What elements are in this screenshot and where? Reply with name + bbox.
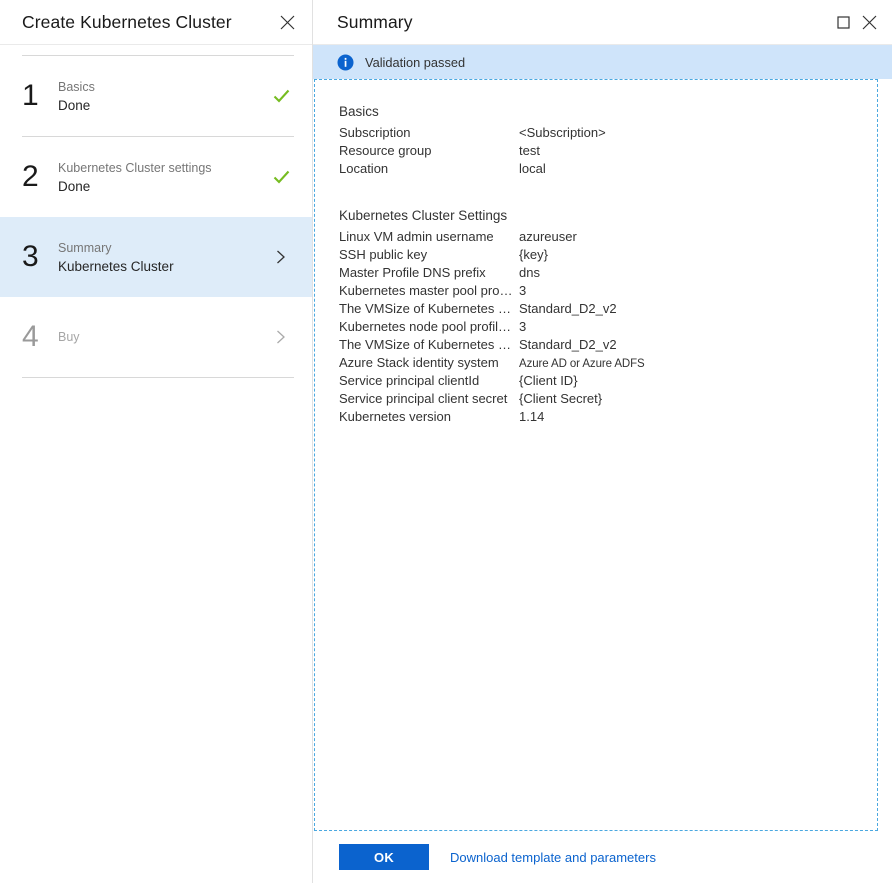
summary-section-kubernetes-cluster-settings: Kubernetes Cluster Settings Linux VM adm… [339, 206, 877, 426]
check-icon [273, 88, 290, 105]
wizard-step-kubernetes-cluster-settings[interactable]: 2 Kubernetes Cluster settings Done [0, 137, 312, 217]
summary-row-key: Kubernetes node pool profile count [339, 318, 519, 336]
summary-row-value: dns [519, 264, 540, 282]
summary-row: Master Profile DNS prefix dns [339, 264, 877, 282]
summary-content-area: Basics Subscription <Subscription> Resou… [313, 79, 892, 831]
summary-header: Summary [313, 0, 892, 45]
download-template-link[interactable]: Download template and parameters [450, 850, 656, 865]
summary-row-key: The VMSize of Kubernetes node [339, 336, 519, 354]
maximize-icon[interactable] [830, 9, 856, 35]
summary-row: Resource group test [339, 142, 877, 160]
step-number: 2 [22, 162, 56, 192]
summary-row-key: Linux VM admin username [339, 228, 519, 246]
summary-row-value: azureuser [519, 228, 577, 246]
info-icon [337, 54, 354, 71]
summary-row-key: Azure Stack identity system [339, 354, 519, 372]
summary-section-basics: Basics Subscription <Subscription> Resou… [339, 102, 877, 178]
summary-row-key: Location [339, 160, 519, 178]
wizard-step-summary[interactable]: 3 Summary Kubernetes Cluster [0, 217, 312, 297]
summary-row: The VMSize of Kubernetes node Standard_D… [339, 336, 877, 354]
summary-row: Kubernetes version 1.14 [339, 408, 877, 426]
summary-title: Summary [337, 12, 830, 33]
step-texts: Buy [56, 328, 268, 346]
step-sublabel: Kubernetes Cluster [58, 257, 268, 276]
summary-row-value: 3 [519, 282, 526, 300]
summary-row: Kubernetes node pool profile count 3 [339, 318, 877, 336]
summary-footer: OK Download template and parameters [313, 831, 892, 883]
check-icon [273, 169, 290, 186]
summary-row-key: The VMSize of Kubernetes master [339, 300, 519, 318]
summary-row: SSH public key {key} [339, 246, 877, 264]
wizard-pane: Create Kubernetes Cluster 1 Basics Done [0, 0, 313, 883]
step-sublabel: Done [58, 177, 268, 196]
wizard-step-buy[interactable]: 4 Buy [0, 297, 312, 377]
step-texts: Summary Kubernetes Cluster [56, 239, 268, 276]
summary-row-key: Kubernetes master pool profile count [339, 282, 519, 300]
summary-row-key: Master Profile DNS prefix [339, 264, 519, 282]
close-icon[interactable] [856, 9, 882, 35]
section-title: Basics [339, 102, 877, 121]
step-status [268, 169, 294, 186]
wizard-header: Create Kubernetes Cluster [0, 0, 312, 45]
summary-row-value: Standard_D2_v2 [519, 300, 617, 318]
summary-row-value: {Client ID} [519, 372, 578, 390]
summary-row: Linux VM admin username azureuser [339, 228, 877, 246]
step-status [268, 249, 294, 265]
chevron-right-icon [275, 249, 287, 265]
step-texts: Basics Done [56, 78, 268, 115]
step-label: Summary [58, 239, 268, 257]
chevron-right-icon [275, 329, 287, 345]
ok-button[interactable]: OK [339, 844, 429, 870]
create-kubernetes-cluster-dialog: Create Kubernetes Cluster 1 Basics Done [0, 0, 892, 883]
summary-row-key: Subscription [339, 124, 519, 142]
validation-banner: Validation passed [313, 45, 892, 79]
step-number: 1 [22, 81, 56, 111]
summary-row-value: <Subscription> [519, 124, 606, 142]
summary-row: Location local [339, 160, 877, 178]
summary-row: Service principal client secret {Client … [339, 390, 877, 408]
validation-banner-text: Validation passed [365, 55, 465, 70]
step-label: Basics [58, 78, 268, 96]
summary-row-value: test [519, 142, 540, 160]
summary-row-value: local [519, 160, 546, 178]
summary-row-key: Resource group [339, 142, 519, 160]
step-number: 4 [22, 322, 56, 352]
summary-row: Subscription <Subscription> [339, 124, 877, 142]
page-title: Create Kubernetes Cluster [22, 12, 276, 33]
step-label: Buy [58, 328, 268, 346]
step-status [268, 88, 294, 105]
summary-row: Service principal clientId {Client ID} [339, 372, 877, 390]
step-texts: Kubernetes Cluster settings Done [56, 159, 268, 196]
step-divider [22, 377, 294, 378]
summary-row-value: 3 [519, 318, 526, 336]
summary-row: Azure Stack identity system Azure AD or … [339, 354, 877, 372]
summary-row-key: Kubernetes version [339, 408, 519, 426]
step-sublabel: Done [58, 96, 268, 115]
close-icon[interactable] [276, 11, 298, 33]
summary-row-value: {Client Secret} [519, 390, 602, 408]
step-number: 3 [22, 242, 56, 272]
summary-details-box: Basics Subscription <Subscription> Resou… [314, 79, 878, 831]
summary-row-value: {key} [519, 246, 548, 264]
wizard-steps: 1 Basics Done 2 Kubernetes Cluster setti… [0, 45, 312, 378]
summary-row-key: Service principal client secret [339, 390, 519, 408]
section-spacer [339, 184, 877, 206]
summary-row: Kubernetes master pool profile count 3 [339, 282, 877, 300]
summary-row: The VMSize of Kubernetes master Standard… [339, 300, 877, 318]
summary-row-value: 1.14 [519, 408, 544, 426]
summary-row-key: SSH public key [339, 246, 519, 264]
step-status [268, 329, 294, 345]
summary-pane: Summary Validation passed [313, 0, 892, 883]
step-label: Kubernetes Cluster settings [58, 159, 268, 177]
summary-row-value: Azure AD or Azure ADFS [519, 355, 645, 373]
summary-row-value: Standard_D2_v2 [519, 336, 617, 354]
section-title: Kubernetes Cluster Settings [339, 206, 877, 225]
wizard-step-basics[interactable]: 1 Basics Done [0, 56, 312, 136]
summary-row-key: Service principal clientId [339, 372, 519, 390]
